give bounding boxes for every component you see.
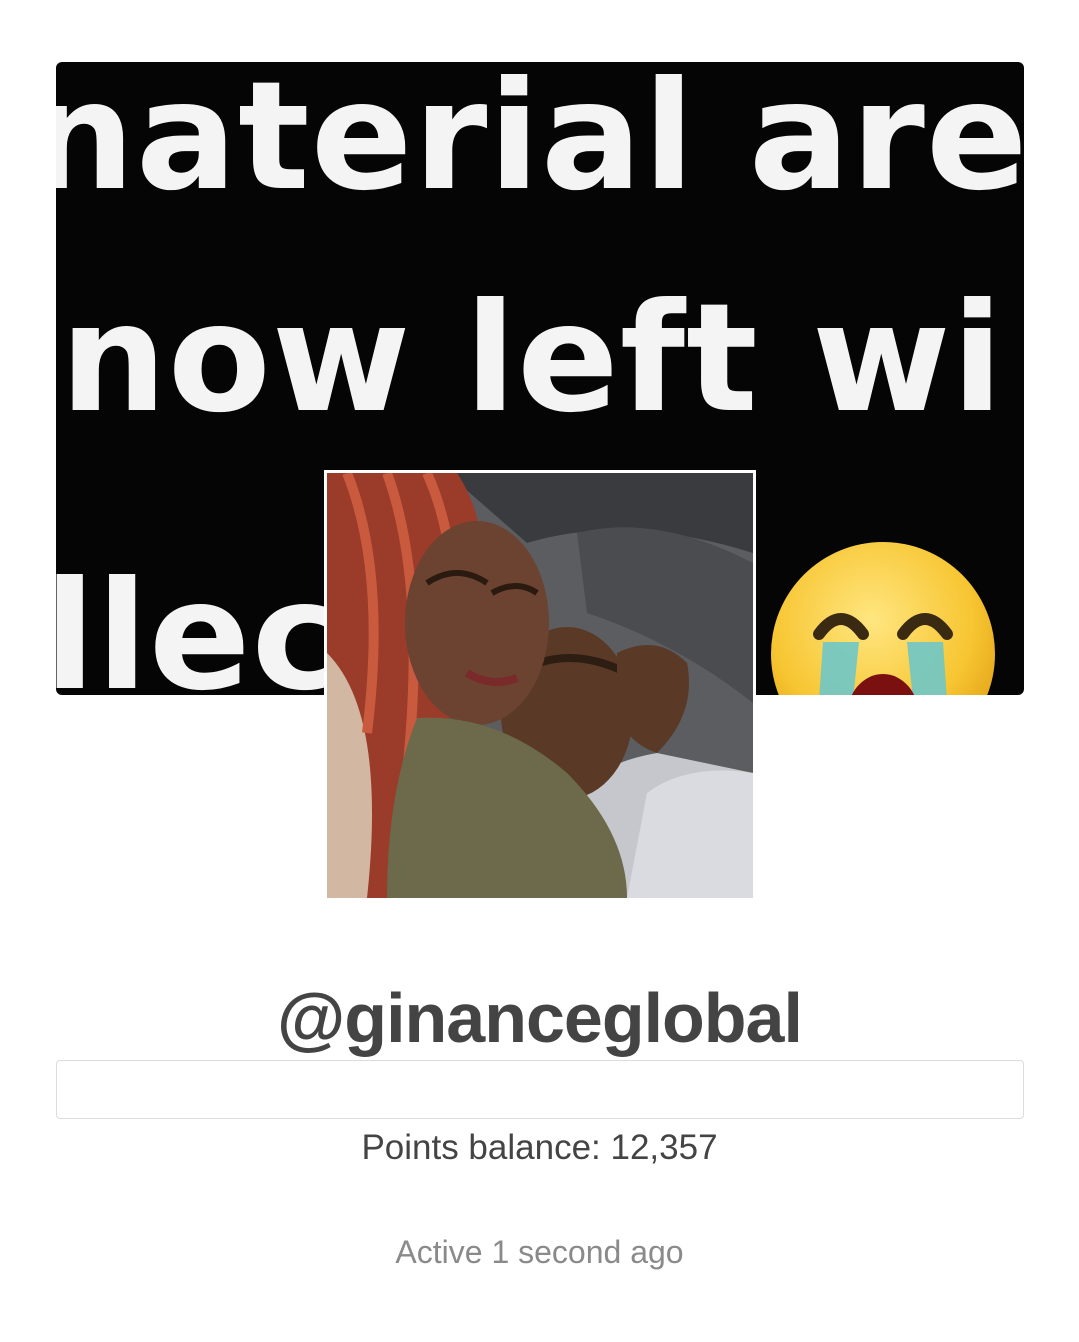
- last-active-status: Active 1 second ago: [395, 1234, 684, 1270]
- profile-avatar[interactable]: [324, 470, 756, 901]
- cover-text-line-2: now left wi: [60, 272, 1004, 446]
- profile-username: @ginanceglobal: [277, 979, 803, 1057]
- cover-text-line-3: llec: [56, 550, 342, 695]
- crying-face-emoji-icon: [771, 542, 995, 695]
- cover-text-line-1: naterial are: [56, 62, 1024, 224]
- points-balance: Points balance: 12,357: [361, 1128, 718, 1167]
- profile-photo-icon: [327, 473, 753, 898]
- bio-field[interactable]: [56, 1060, 1024, 1119]
